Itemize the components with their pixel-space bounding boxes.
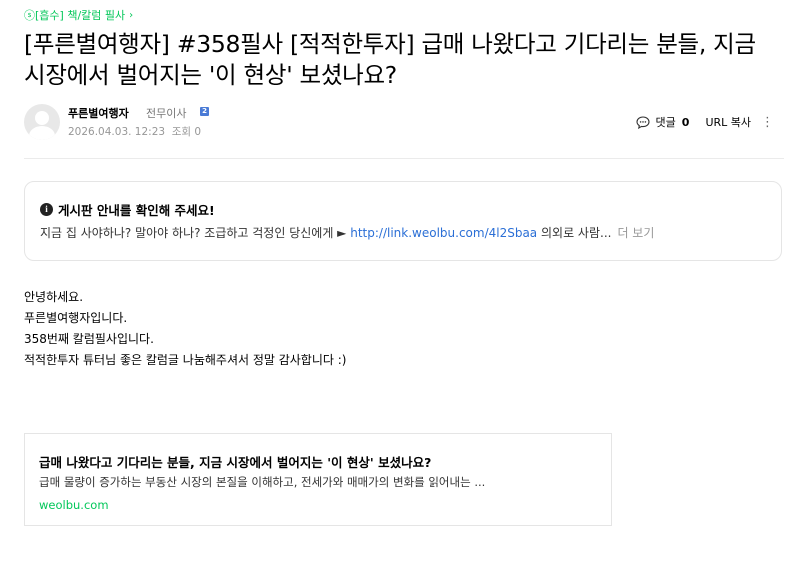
card-title[interactable]: 급매 나왔다고 기다리는 분들, 지금 시장에서 벌어지는 '이 현상' 보셨나… [39, 452, 431, 471]
post-meta: 2026.04.03. 12:23 조회 0 [68, 124, 201, 139]
rank-badge-icon: 2 [200, 107, 209, 116]
notice-text: 지금 집 사야하나? 말아야 하나? 조급하고 걱정인 당신에게 ► http:… [40, 224, 770, 241]
content-line: 358번째 칼럼필사입니다. [24, 332, 154, 346]
comment-label[interactable]: 댓글 [656, 114, 676, 130]
card-domain[interactable]: weolbu.com [39, 498, 109, 512]
divider [24, 158, 784, 159]
notice-title: 게시판 안내를 확인해 주세요! [58, 203, 215, 218]
link-preview-card[interactable]: 급매 나왔다고 기다리는 분들, 지금 시장에서 벌어지는 '이 현상' 보셨나… [24, 433, 612, 526]
breadcrumb[interactable]: ⓢ[흡수] 책/칼럼 필사 › [24, 7, 133, 23]
comment-count[interactable]: 0 [682, 116, 690, 129]
board-notice: i 게시판 안내를 확인해 주세요! 지금 집 사야하나? 말아야 하나? 조급… [24, 181, 782, 261]
post-views: 조회 0 [171, 126, 202, 138]
breadcrumb-label[interactable]: ⓢ[흡수] 책/칼럼 필사 [24, 7, 125, 23]
avatar[interactable] [24, 104, 60, 140]
chevron-right-icon: › [129, 9, 134, 21]
card-description: 급매 물량이 증가하는 부동산 시장의 본질을 이해하고, 전세가와 매매가의 … [39, 475, 486, 489]
notice-more-button[interactable]: 더 보기 [617, 226, 654, 240]
notice-link[interactable]: http://link.weolbu.com/4l2Sbaa [350, 226, 537, 240]
notice-text-after: 의외로 사람... [537, 226, 612, 240]
comment-icon[interactable] [635, 115, 650, 129]
post-content: 안녕하세요. 푸른별여행자입니다. 358번째 칼럼필사입니다. 적적한투자 튜… [24, 287, 346, 371]
post-tools: 댓글 0 URL 복사 ⋮ [635, 114, 774, 130]
notice-text-before: 지금 집 사야하나? 말아야 하나? 조급하고 걱정인 당신에게 ► [40, 226, 351, 240]
notice-title-row: i 게시판 안내를 확인해 주세요! [40, 200, 215, 219]
info-icon: i [40, 203, 53, 216]
author-rank: 전무이사 [146, 107, 187, 120]
post-title: [푸른별여행자] #358필사 [적적한투자] 급매 나왔다고 기다리는 분들,… [24, 30, 756, 89]
more-options-icon[interactable]: ⋮ [761, 116, 774, 129]
content-line: 푸른별여행자입니다. [24, 311, 128, 325]
content-line: 적적한투자 튜터님 좋은 칼럼글 나눔해주셔서 정말 감사합니다 :) [24, 353, 347, 367]
author-name[interactable]: 푸른별여행자 [68, 105, 129, 121]
content-line: 안녕하세요. [24, 290, 84, 304]
post-date: 2026.04.03. 12:23 [68, 126, 166, 138]
author-row: 푸른별여행자 전무이사 2 2026.04.03. 12:23 조회 0 댓글 … [24, 104, 784, 144]
url-copy-button[interactable]: URL 복사 [705, 114, 751, 130]
